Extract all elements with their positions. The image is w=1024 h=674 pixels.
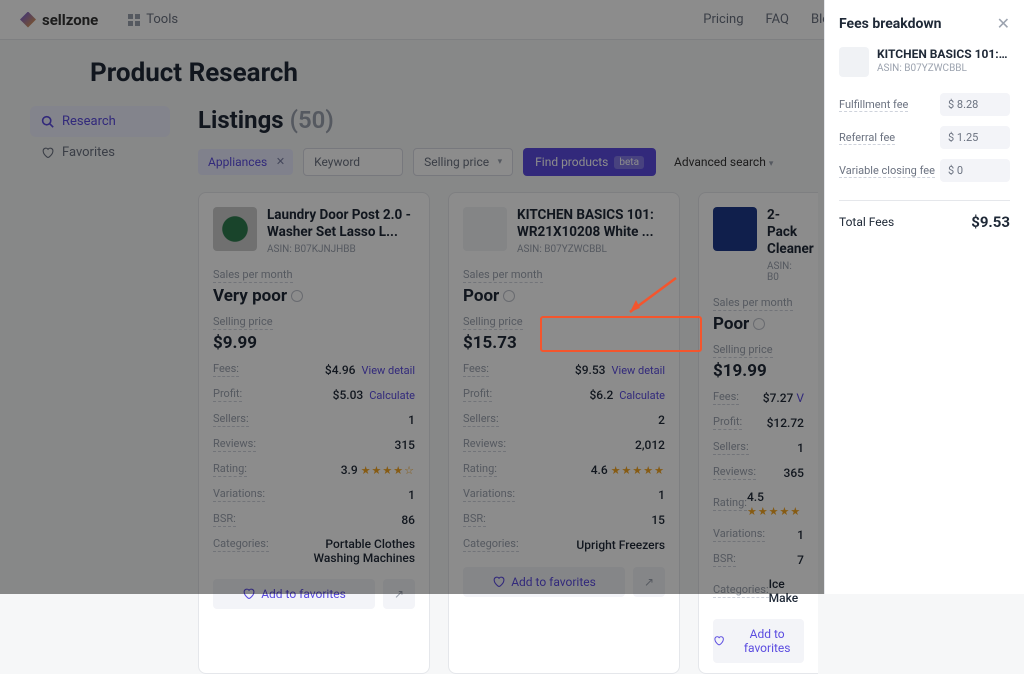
label-spm: Sales per month: [463, 268, 543, 283]
chevron-down-icon: ▾: [498, 157, 503, 167]
label-sp: Selling price: [463, 315, 523, 330]
product-asin: ASIN: B0: [767, 261, 804, 283]
panel-thumbnail: [839, 47, 869, 77]
logo[interactable]: sellzone: [20, 11, 98, 29]
product-thumbnail: [463, 207, 507, 251]
fees-breakdown-panel: Fees breakdown ✕ KITCHEN BASICS 101: WR2…: [824, 0, 1024, 594]
product-card: Laundry Door Post 2.0 - Washer Set Lasso…: [198, 192, 430, 674]
view-detail-link[interactable]: View detail: [612, 364, 665, 377]
selling-price-select[interactable]: Selling price ▾: [413, 148, 513, 176]
referral-fee-label: Referral fee: [839, 131, 895, 145]
external-link-button[interactable]: ↗: [633, 567, 665, 597]
total-fees-value: $9.53: [971, 213, 1010, 231]
star-icons: ★★★★☆: [361, 464, 415, 477]
filter-chip-appliances[interactable]: Appliances ✕: [198, 149, 293, 175]
info-icon[interactable]: [291, 290, 303, 302]
variable-closing-fee-label: Variable closing fee: [839, 164, 935, 178]
view-detail-link[interactable]: View detail: [362, 364, 415, 377]
price-value: $9.99: [213, 333, 415, 353]
sidebar-item-research[interactable]: Research: [30, 106, 170, 137]
grid-icon: [128, 14, 140, 26]
product-card: 2-Pack Cleaner ASIN: B0 Sales per month …: [698, 192, 818, 674]
add-favorites-button[interactable]: Add to favorites: [713, 619, 804, 663]
heart-icon: [40, 146, 54, 160]
total-fees-label: Total Fees: [839, 215, 894, 229]
product-title[interactable]: KITCHEN BASICS 101: WR21X10208 White ...: [517, 207, 665, 241]
close-icon[interactable]: ✕: [997, 14, 1010, 33]
panel-product-asin: ASIN: B07YZWCBBL: [877, 63, 1010, 74]
keyword-input[interactable]: Keyword: [303, 148, 403, 176]
variable-closing-fee-value[interactable]: $ 0: [940, 159, 1010, 182]
find-products-button[interactable]: Find products beta: [523, 148, 656, 176]
beta-badge: beta: [614, 156, 644, 169]
panel-title: Fees breakdown: [839, 16, 942, 32]
info-icon[interactable]: [503, 290, 515, 302]
product-title[interactable]: 2-Pack Cleaner: [767, 207, 804, 258]
info-icon[interactable]: [753, 318, 765, 330]
nav-faq[interactable]: FAQ: [766, 12, 789, 27]
product-asin: ASIN: B07KJNJHBB: [267, 244, 415, 255]
price-value: $15.73: [463, 333, 665, 353]
product-card: KITCHEN BASICS 101: WR21X10208 White ...…: [448, 192, 680, 674]
logo-icon: [20, 12, 36, 28]
product-asin: ASIN: B07YZWCBBL: [517, 244, 665, 255]
advanced-search-link[interactable]: Advanced search ▾: [674, 155, 773, 169]
chip-remove-icon[interactable]: ✕: [276, 155, 285, 168]
fulfillment-fee-value[interactable]: $ 8.28: [940, 93, 1010, 116]
panel-product-title: KITCHEN BASICS 101: WR2...: [877, 47, 1010, 61]
product-title[interactable]: Laundry Door Post 2.0 - Washer Set Lasso…: [267, 207, 415, 241]
spm-value: Very poor: [213, 286, 287, 306]
product-thumbnail: [213, 207, 257, 251]
calculate-link[interactable]: Calculate: [369, 389, 415, 402]
sidebar-item-favorites[interactable]: Favorites: [30, 137, 170, 168]
fulfillment-fee-label: Fulfillment fee: [839, 98, 908, 112]
chevron-down-icon: ▾: [769, 159, 774, 169]
spm-value: Poor: [463, 286, 499, 306]
label-spm: Sales per month: [213, 268, 293, 283]
search-icon: [40, 115, 54, 129]
calculate-link[interactable]: Calculate: [619, 389, 665, 402]
divider: [839, 200, 1010, 201]
label-sp: Selling price: [213, 315, 273, 330]
tools-link[interactable]: Tools: [128, 12, 178, 27]
nav-pricing[interactable]: Pricing: [703, 12, 743, 27]
sidebar: Research Favorites: [30, 106, 170, 674]
product-thumbnail: [713, 207, 757, 251]
brand-name: sellzone: [42, 11, 98, 29]
referral-fee-value[interactable]: $ 1.25: [940, 126, 1010, 149]
add-favorites-button[interactable]: Add to favorites: [463, 567, 625, 597]
star-icons: ★★★★★: [611, 464, 665, 477]
